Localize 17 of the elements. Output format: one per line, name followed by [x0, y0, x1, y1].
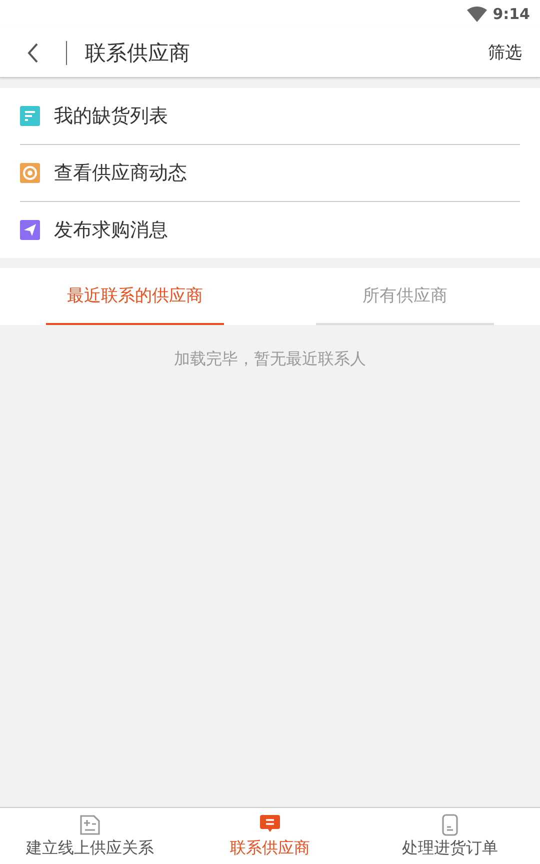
- status-time: 9:14: [492, 5, 530, 23]
- filter-link[interactable]: 筛选: [488, 41, 522, 64]
- plus-minus-card-icon: [79, 814, 101, 836]
- menu-label: 我的缺货列表: [54, 104, 168, 129]
- menu-label: 发布求购消息: [54, 218, 168, 243]
- document-icon: [439, 814, 461, 836]
- menu-item[interactable]: 我的缺货列表: [20, 88, 520, 145]
- tab[interactable]: 最近联系的供应商: [46, 268, 224, 325]
- menu-item[interactable]: 发布求购消息: [20, 202, 520, 258]
- page-title: 联系供应商: [85, 40, 191, 66]
- nav-tab[interactable]: 处理进货订单: [360, 808, 540, 864]
- nav-tab[interactable]: 联系供应商: [180, 808, 360, 864]
- empty-message: 加载完毕，暂无最近联系人: [173, 349, 367, 370]
- wifi-icon: [466, 6, 487, 22]
- menu-item[interactable]: 查看供应商动态: [20, 145, 520, 202]
- nav-tab[interactable]: 建立线上供应关系: [0, 808, 180, 864]
- menu-label: 查看供应商动态: [54, 161, 187, 186]
